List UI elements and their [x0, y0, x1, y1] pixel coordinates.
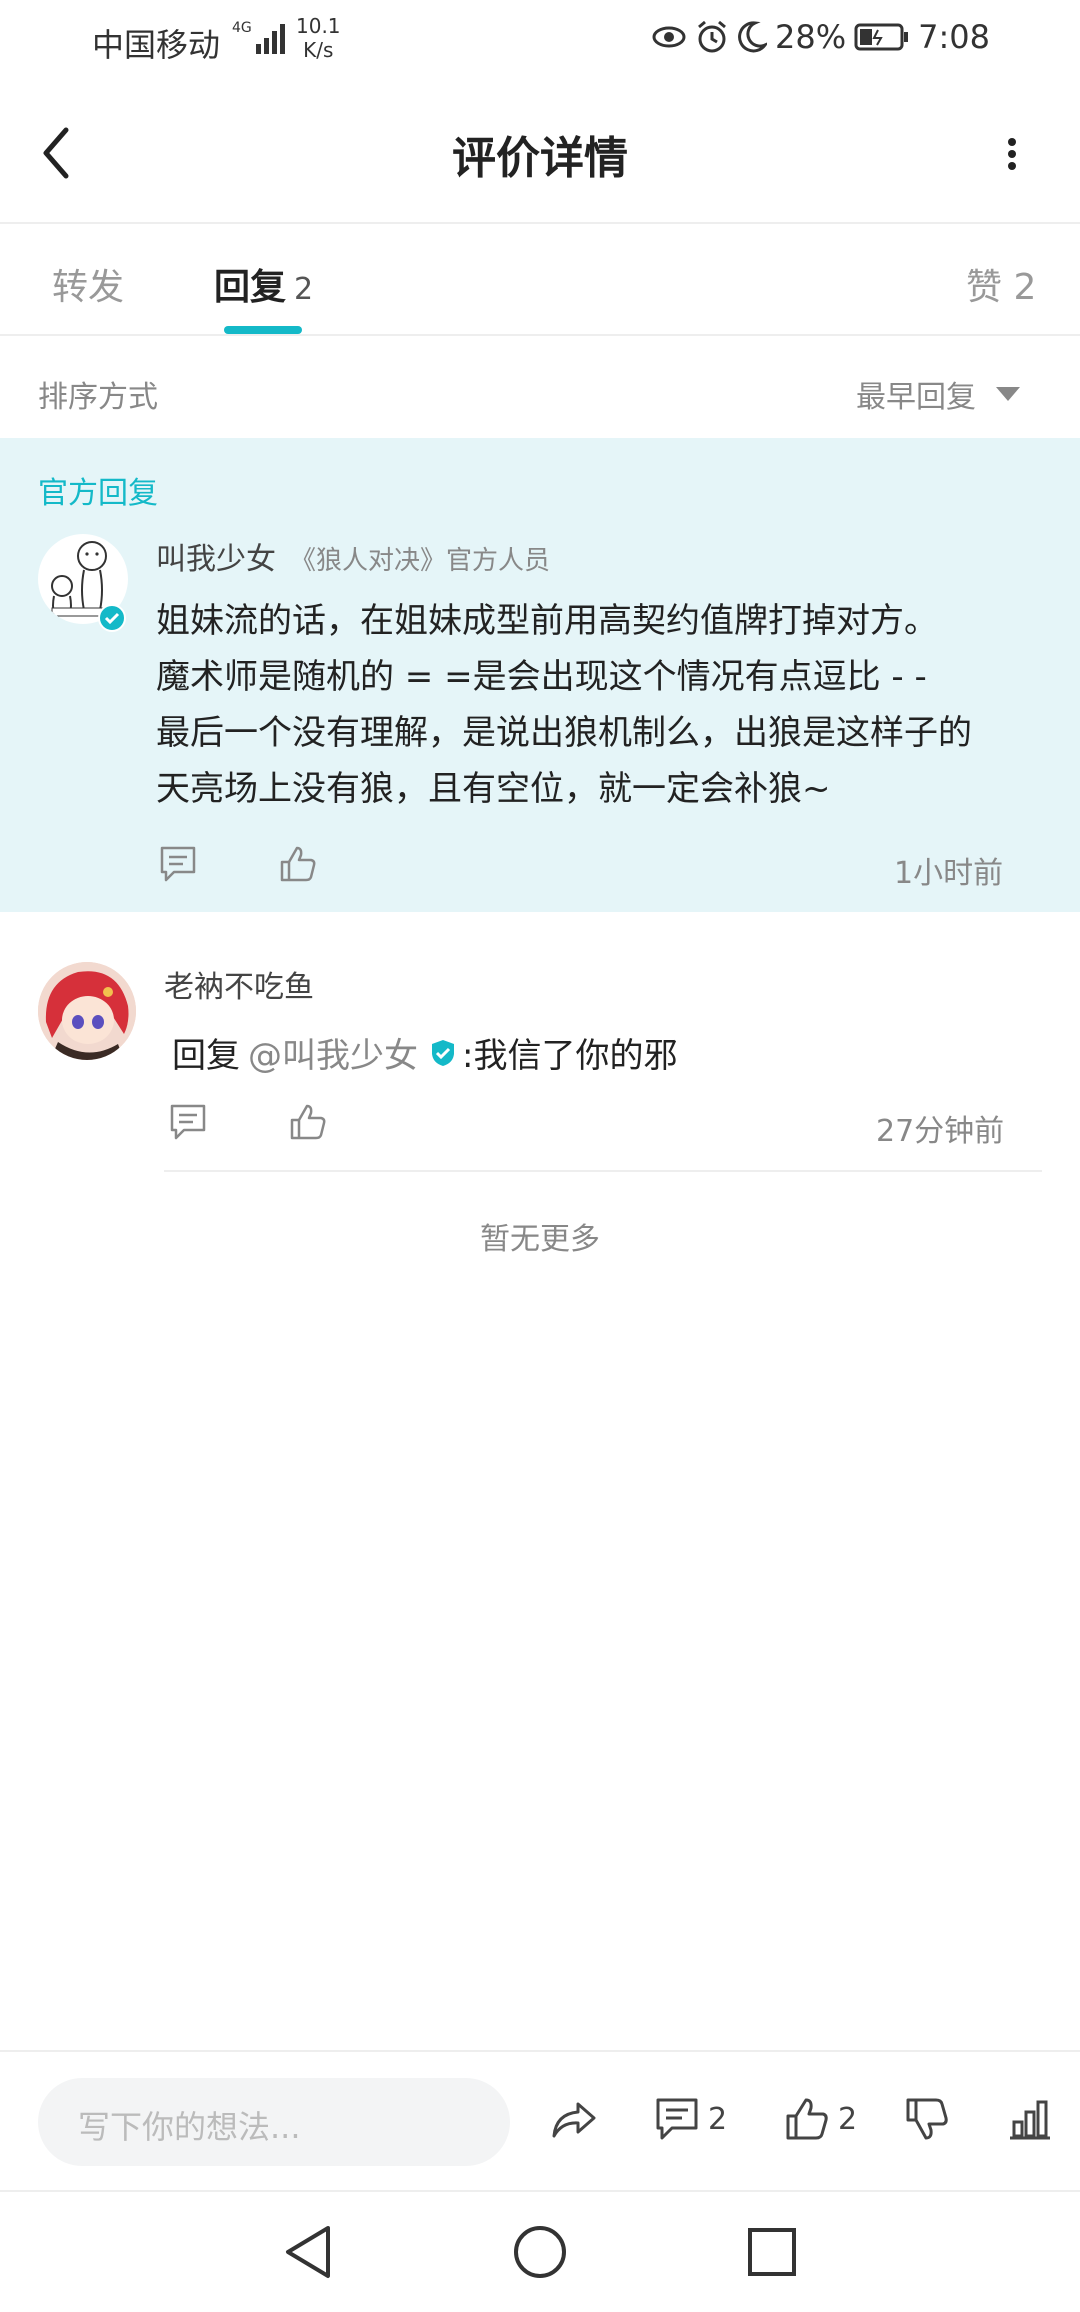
- bottom-bar-divider: [0, 2050, 1080, 2052]
- tabs-divider: [0, 334, 1080, 336]
- comment-line: 最后一个没有理解，是说出狼机制么，出狼是这样子的: [156, 713, 972, 753]
- network-speed: 10.1 K/s: [296, 14, 341, 62]
- author-name[interactable]: 叫我少女: [156, 542, 276, 577]
- official-reply-body: 姐妹流的话，在姐妹成型前用高契约值牌打掉对方。 魔术师是随机的 = =是会出现这…: [156, 593, 1036, 817]
- tab-reply-label: 回复: [214, 267, 287, 308]
- reply-text: :我信了你的邪: [462, 1036, 678, 1076]
- anime-avatar-icon: [38, 962, 136, 1060]
- reply-divider: [164, 1170, 1042, 1172]
- like-icon: [786, 2098, 828, 2140]
- reply-author[interactable]: 老衲不吃鱼: [164, 962, 314, 1006]
- nav-back-button[interactable]: [280, 2222, 336, 2282]
- bar-chart-icon: [1010, 2100, 1050, 2140]
- comment-icon[interactable]: [158, 844, 198, 884]
- network-type: 4G: [232, 20, 252, 36]
- sort-label: 排序方式: [38, 380, 158, 415]
- author-tag: 《狼人对决》官方人员: [290, 546, 551, 576]
- status-bar: 中国移动 4G 10.1 K/s 28% 7:08: [0, 0, 1080, 80]
- sort-dropdown[interactable]: 最早回复: [856, 372, 1020, 416]
- nav-recents-button[interactable]: [744, 2222, 800, 2282]
- status-right: 28% 7:08: [651, 18, 990, 56]
- eye-icon: [651, 19, 687, 55]
- tab-reply[interactable]: 回复 2: [214, 258, 313, 310]
- battery-icon: [854, 22, 910, 52]
- comment-icon[interactable]: [168, 1102, 208, 1142]
- nav-bar-divider: [0, 2190, 1080, 2192]
- stats-button[interactable]: [1006, 2096, 1052, 2142]
- like-button[interactable]: 2: [784, 2096, 857, 2142]
- moon-icon: [737, 19, 768, 55]
- comment-count: 2: [708, 2101, 728, 2137]
- nav-home-button[interactable]: [512, 2222, 568, 2282]
- triangle-back-icon: [286, 2226, 330, 2278]
- active-tab-indicator: [224, 326, 302, 334]
- official-author: 叫我少女 《狼人对决》官方人员: [156, 534, 550, 578]
- tab-like[interactable]: 赞 2: [966, 258, 1036, 310]
- verified-badge-icon: [98, 604, 126, 632]
- reply-mention[interactable]: @叫我少女: [248, 1028, 418, 1077]
- tab-reply-count: 2: [294, 272, 314, 307]
- alarm-icon: [695, 19, 729, 55]
- comments-button[interactable]: 2: [654, 2096, 727, 2142]
- share-icon: [552, 2102, 596, 2138]
- reply-time: 27分钟前: [876, 1114, 1005, 1149]
- avatar[interactable]: [38, 962, 136, 1060]
- verified-badge-icon: [428, 1038, 458, 1068]
- signal-icon: 4G: [232, 18, 292, 58]
- reply-body: 回复 @叫我少女 :我信了你的邪: [172, 1028, 677, 1077]
- square-recents-icon: [748, 2228, 796, 2276]
- more-menu-button[interactable]: [992, 124, 1032, 184]
- like-count: 2: [838, 2101, 858, 2137]
- comment-icon: [656, 2098, 698, 2140]
- official-reply-time: 1小时前: [894, 856, 1004, 891]
- dislike-icon: [906, 2098, 948, 2140]
- sort-value: 最早回复: [856, 380, 976, 415]
- circle-home-icon: [514, 2226, 566, 2278]
- like-icon[interactable]: [278, 844, 318, 884]
- battery-percent: 28%: [775, 18, 847, 56]
- tab-forward[interactable]: 转发: [52, 258, 124, 310]
- header-divider: [0, 222, 1080, 224]
- comment-input-placeholder: 写下你的想法...: [78, 2108, 301, 2146]
- comment-line: 天亮场上没有狼，且有空位，就一定会补狼~: [156, 769, 831, 809]
- more-vertical-icon: [1008, 138, 1016, 170]
- caret-down-icon: [996, 387, 1020, 401]
- clock-time: 7:08: [918, 18, 990, 56]
- comment-line: 姐妹流的话，在姐妹成型前用高契约值牌打掉对方。: [156, 601, 938, 641]
- carrier-name: 中国移动: [92, 26, 221, 64]
- dislike-button[interactable]: [904, 2096, 950, 2142]
- page-title: 评价详情: [452, 133, 628, 184]
- comment-input[interactable]: 写下你的想法...: [38, 2078, 510, 2166]
- official-reply-label: 官方回复: [38, 476, 158, 511]
- share-button[interactable]: [550, 2096, 598, 2144]
- reply-prefix: 回复: [172, 1036, 240, 1076]
- like-icon[interactable]: [288, 1102, 328, 1142]
- comment-line: 魔术师是随机的 = =是会出现这个情况有点逗比 - -: [156, 657, 927, 697]
- no-more-text: 暂无更多: [480, 1222, 600, 1257]
